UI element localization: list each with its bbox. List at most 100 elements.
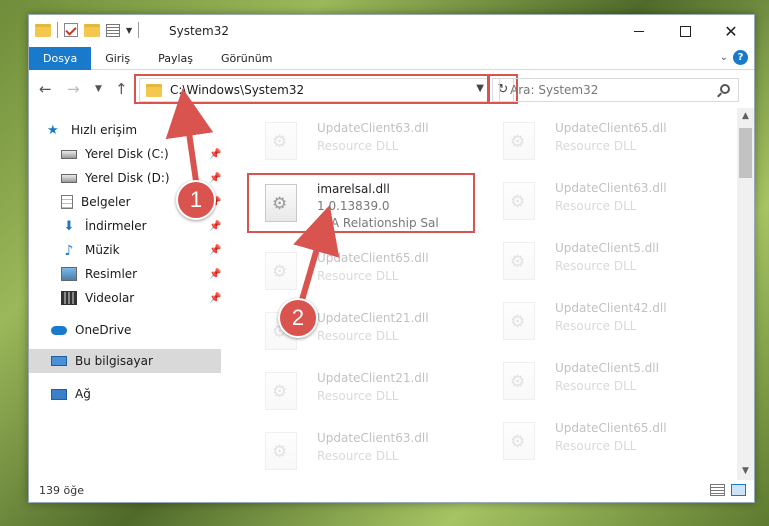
- window-title: System32: [169, 24, 230, 38]
- dll-file-icon: [265, 122, 297, 160]
- pin-icon[interactable]: 📌: [209, 293, 221, 304]
- list-item[interactable]: UpdateClient5.dll Resource DLL: [487, 236, 725, 286]
- expand-ribbon-icon[interactable]: ⌄: [720, 52, 728, 63]
- nav-music[interactable]: ♪ Müzik 📌: [29, 238, 222, 262]
- list-item[interactable]: UpdateClient65.dll Resource DLL: [487, 416, 725, 466]
- tab-view[interactable]: Görünüm: [207, 47, 286, 70]
- file-name: UpdateClient21.dll: [317, 371, 429, 385]
- quick-access-toolbar: ▼: [35, 22, 140, 38]
- navigation-pane: ★ Hızlı erişim Yerel Disk (C:) 📌 Yerel D…: [29, 108, 221, 480]
- list-item[interactable]: UpdateClient63.dll Resource DLL: [487, 176, 725, 226]
- nav-network[interactable]: Ağ: [29, 382, 221, 406]
- file-type: Resource DLL: [317, 449, 399, 463]
- document-icon: [61, 195, 73, 209]
- back-arrow-icon[interactable]: ←: [39, 80, 52, 98]
- search-placeholder: Ara: System32: [510, 83, 599, 97]
- file-highlight-box: [247, 173, 475, 233]
- pin-icon[interactable]: 📌: [209, 269, 221, 280]
- list-item[interactable]: UpdateClient63.dll Resource DLL: [249, 116, 487, 166]
- list-item[interactable]: UpdateClient21.dll Resource DLL: [249, 366, 487, 416]
- nav-pictures[interactable]: Resimler 📌: [29, 262, 221, 286]
- dll-file-icon: [503, 362, 535, 400]
- customize-toolbar-chevron-icon[interactable]: ▼: [126, 26, 132, 35]
- nav-label: Hızlı erişim: [71, 123, 138, 137]
- recent-locations-chevron-icon[interactable]: ▼: [95, 84, 102, 94]
- nav-label: Bu bilgisayar: [75, 354, 153, 368]
- dll-file-icon: [265, 372, 297, 410]
- tab-file[interactable]: Dosya: [29, 47, 92, 70]
- properties-icon[interactable]: [106, 23, 120, 37]
- pin-icon[interactable]: 📌: [209, 245, 221, 256]
- nav-local-disk-c[interactable]: Yerel Disk (C:) 📌: [29, 142, 221, 166]
- computer-icon: [51, 356, 67, 366]
- list-item[interactable]: UpdateClient42.dll Resource DLL: [487, 296, 725, 346]
- address-row: ← → ▼ ↑ C:\Windows\System32 ▼ ↻ Ara: Sys…: [29, 71, 754, 107]
- nav-quick-access[interactable]: ★ Hızlı erişim: [29, 118, 221, 142]
- download-icon: ⬇: [63, 219, 75, 234]
- file-name: UpdateClient65.dll: [555, 121, 667, 135]
- file-type: Resource DLL: [555, 259, 637, 273]
- nav-label: Videolar: [85, 291, 135, 305]
- vertical-scrollbar[interactable]: ▲ ▼: [737, 108, 754, 480]
- details-view-icon[interactable]: [710, 484, 725, 496]
- nav-this-pc[interactable]: Bu bilgisayar: [29, 349, 221, 373]
- file-type: Resource DLL: [317, 389, 399, 403]
- scroll-up-icon[interactable]: ▲: [737, 108, 754, 125]
- file-name: UpdateClient21.dll: [317, 311, 429, 325]
- nav-label: Müzik: [85, 243, 120, 257]
- file-name: UpdateClient63.dll: [555, 181, 667, 195]
- help-icon[interactable]: ?: [733, 50, 748, 65]
- disk-icon: [61, 149, 77, 159]
- callout-badge-2: 2: [278, 298, 318, 338]
- view-switcher: [710, 484, 746, 496]
- large-icons-view-icon[interactable]: [731, 484, 746, 496]
- new-folder-icon[interactable]: [84, 23, 100, 37]
- nav-onedrive[interactable]: OneDrive: [29, 318, 221, 342]
- file-name: UpdateClient63.dll: [317, 431, 429, 445]
- search-icon[interactable]: [720, 84, 730, 94]
- videos-icon: [61, 291, 77, 305]
- window-controls: ✕: [616, 15, 754, 47]
- tab-home[interactable]: Giriş: [91, 47, 144, 70]
- scroll-down-icon[interactable]: ▼: [737, 463, 754, 480]
- scrollbar-thumb[interactable]: [739, 128, 752, 178]
- file-name: UpdateClient65.dll: [555, 421, 667, 435]
- nav-videos[interactable]: Videolar 📌: [29, 286, 221, 310]
- pin-icon[interactable]: 📌: [209, 149, 221, 160]
- tab-share[interactable]: Paylaş: [144, 47, 207, 70]
- file-type: Resource DLL: [555, 319, 637, 333]
- list-item[interactable]: UpdateClient63.dll Resource DLL: [249, 426, 487, 476]
- dll-file-icon: [503, 182, 535, 220]
- properties-check-icon[interactable]: [64, 23, 78, 37]
- toolbar-divider: [57, 22, 58, 38]
- file-name: UpdateClient5.dll: [555, 241, 659, 255]
- file-name: UpdateClient63.dll: [317, 121, 429, 135]
- explorer-window: ▼ System32 ✕ Dosya Giriş Paylaş Görünüm …: [28, 14, 755, 503]
- nav-label: İndirmeler: [85, 219, 147, 233]
- toolbar-divider: [138, 22, 140, 38]
- status-bar: 139 öğe: [29, 480, 754, 504]
- forward-arrow-icon[interactable]: →: [67, 80, 80, 98]
- up-arrow-icon[interactable]: ↑: [115, 80, 128, 98]
- disk-icon: [61, 173, 77, 183]
- file-list: UpdateClient63.dll Resource DLL imarelsa…: [229, 108, 739, 480]
- file-name: UpdateClient65.dll: [317, 251, 429, 265]
- maximize-button[interactable]: [662, 15, 708, 47]
- file-type: Resource DLL: [555, 439, 637, 453]
- search-input[interactable]: Ara: System32: [499, 78, 739, 102]
- dll-file-icon: [503, 422, 535, 460]
- list-item[interactable]: UpdateClient65.dll Resource DLL: [249, 246, 487, 296]
- pin-icon[interactable]: 📌: [209, 173, 221, 184]
- close-button[interactable]: ✕: [708, 15, 754, 47]
- cloud-icon: [51, 325, 67, 335]
- pin-icon[interactable]: 📌: [209, 221, 221, 232]
- list-item[interactable]: UpdateClient5.dll Resource DLL: [487, 356, 725, 406]
- nav-label: Yerel Disk (D:): [85, 171, 170, 185]
- nav-label: Belgeler: [81, 195, 131, 209]
- dll-file-icon: [503, 122, 535, 160]
- file-type: Resource DLL: [555, 139, 637, 153]
- minimize-button[interactable]: [616, 15, 662, 47]
- file-type: Resource DLL: [317, 139, 399, 153]
- item-count: 139 öğe: [39, 484, 84, 497]
- list-item[interactable]: UpdateClient65.dll Resource DLL: [487, 116, 725, 166]
